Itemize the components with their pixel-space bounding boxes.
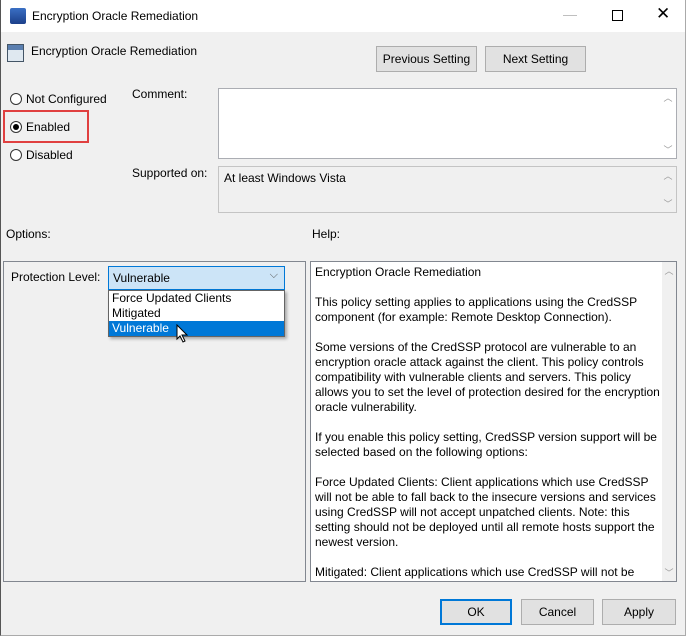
previous-setting-button[interactable]: Previous Setting [376,46,477,72]
minimize-icon[interactable]: — [563,6,577,22]
mouse-cursor-icon [176,324,189,343]
supported-on-label: Supported on: [132,166,208,180]
title-bar: Encryption Oracle Remediation — ✕ [0,0,686,32]
help-paragraph: This policy setting applies to applicati… [315,295,637,324]
supported-scrollbar[interactable]: ︿ ﹀ [660,167,676,212]
cancel-button[interactable]: Cancel [521,599,594,625]
option-force-updated-clients[interactable]: Force Updated Clients [109,291,284,306]
help-paragraph: Encryption Oracle Remediation [315,265,482,279]
help-scrollbar[interactable]: ︿ ﹀ [662,262,676,581]
help-paragraph: Mitigated: Client applications which use… [315,565,635,581]
maximize-icon[interactable] [612,10,623,21]
policy-title: Encryption Oracle Remediation [31,44,198,58]
options-label: Options: [6,227,51,241]
radio-disabled[interactable]: Disabled [10,148,73,162]
chevron-down-icon: ⌵ [269,269,278,281]
policy-icon [7,44,24,62]
ok-button[interactable]: OK [440,599,512,625]
next-setting-button[interactable]: Next Setting [485,46,586,72]
help-paragraph: Some versions of the CredSSP protocol ar… [315,340,660,414]
option-mitigated[interactable]: Mitigated [109,306,284,321]
help-panel: Encryption Oracle Remediation This polic… [310,261,677,582]
dropdown-value: Vulnerable [113,271,170,285]
comment-textarea[interactable]: ︿ ﹀ [218,88,677,159]
help-text: Encryption Oracle Remediation This polic… [315,265,660,581]
radio-label: Not Configured [26,92,107,106]
window-title: Encryption Oracle Remediation [32,9,199,23]
radio-not-configured[interactable]: Not Configured [10,92,107,106]
protection-level-label: Protection Level: [11,270,101,284]
options-panel: Protection Level: Vulnerable ⌵ Force Upd… [3,261,306,582]
protection-level-dropdown[interactable]: Vulnerable ⌵ [108,266,285,290]
app-icon [10,8,26,24]
comment-label: Comment: [132,87,188,101]
help-label: Help: [312,227,341,241]
help-paragraph: If you enable this policy setting, CredS… [315,430,657,459]
protection-level-list: Force Updated Clients Mitigated Vulnerab… [108,290,285,337]
radio-enabled[interactable]: Enabled [10,120,70,134]
supported-on-box: At least Windows Vista ︿ ﹀ [218,166,677,213]
option-vulnerable[interactable]: Vulnerable [109,321,284,336]
apply-button[interactable]: Apply [602,599,676,625]
radio-circle[interactable] [10,93,22,105]
comment-scrollbar[interactable]: ︿ ﹀ [660,89,676,158]
supported-on-value: At least Windows Vista [224,171,346,185]
help-paragraph: Force Updated Clients: Client applicatio… [315,475,656,549]
radio-circle[interactable] [10,149,22,161]
close-icon[interactable]: ✕ [656,4,670,24]
radio-circle[interactable] [10,121,22,133]
radio-label: Enabled [26,120,71,134]
radio-label: Disabled [26,148,73,162]
